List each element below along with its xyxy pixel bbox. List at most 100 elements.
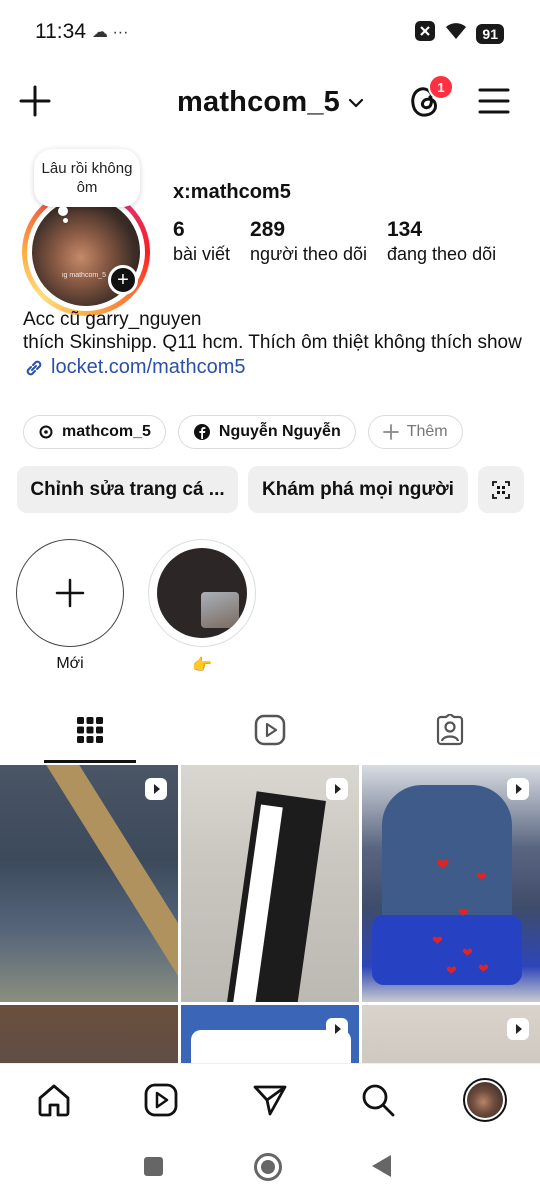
stat-label: đang theo dõi	[386, 244, 497, 264]
profile-links-row: mathcom_5 Nguyễn Nguyễn Thêm	[23, 415, 463, 449]
stat-posts[interactable]: 6 bài viết	[173, 218, 230, 265]
notification-badge: 1	[428, 74, 454, 100]
tab-posts-grid[interactable]	[45, 710, 135, 750]
bio-line: thích Skinshipp. Q11 hcm. Thích ôm thiệt…	[23, 332, 522, 353]
status-extra-icons: ☁ ···	[92, 24, 129, 41]
heart-sticker-icon: ❤	[462, 945, 473, 960]
qr-code-button[interactable]	[478, 466, 524, 513]
heart-sticker-icon: ❤	[476, 869, 487, 884]
search-icon	[362, 1084, 395, 1117]
home-button-icon[interactable]	[254, 1153, 282, 1181]
grid-icon	[77, 717, 103, 743]
tab-reels[interactable]	[225, 710, 315, 750]
nav-search[interactable]	[358, 1082, 398, 1118]
reels-icon	[254, 714, 286, 746]
battery-indicator: 91	[476, 23, 504, 44]
plus-icon: +	[117, 269, 129, 291]
post-thumbnail[interactable]	[0, 765, 178, 1002]
post-thumbnail[interactable]	[181, 1005, 359, 1065]
send-icon	[253, 1085, 287, 1116]
threads-icon	[39, 425, 53, 439]
bottom-navigation	[0, 1063, 540, 1133]
wifi-icon	[444, 21, 468, 46]
tagged-person-icon	[436, 714, 464, 746]
profile-avatar[interactable]: ig mathcom_5	[22, 188, 150, 316]
heart-sticker-icon: ❤	[436, 857, 450, 874]
post-thumbnail[interactable]	[362, 1005, 540, 1065]
highlight-label: Mới	[56, 655, 84, 672]
stat-followers[interactable]: 289 người theo dõi	[250, 218, 367, 265]
highlight-new[interactable]: Mới	[15, 539, 125, 673]
add-story-button[interactable]: +	[108, 265, 138, 295]
note-tail	[63, 218, 68, 223]
nav-direct-messages[interactable]	[250, 1082, 290, 1118]
reel-indicator-icon	[144, 777, 168, 806]
bio-line: Acc cũ garry_nguyen	[23, 309, 202, 330]
posts-grid: ❤ ❤ ❤ ❤ ❤ ❤ ❤	[0, 765, 540, 1065]
home-icon	[38, 1084, 70, 1117]
qr-scan-icon	[492, 480, 510, 499]
account-switcher[interactable]: mathcom_5	[177, 86, 364, 119]
display-name: x:mathcom5	[173, 181, 291, 203]
hamburger-menu-icon	[478, 88, 510, 114]
plus-icon	[19, 85, 51, 117]
reels-icon	[144, 1083, 178, 1117]
back-icon[interactable]	[372, 1155, 391, 1177]
nav-profile[interactable]	[463, 1078, 507, 1122]
reel-indicator-icon	[325, 1017, 349, 1046]
profile-header: mathcom_5 1	[0, 62, 540, 142]
highlight-cover-ring	[148, 539, 256, 647]
nav-reels[interactable]	[141, 1082, 181, 1118]
story-highlight[interactable]: 👉	[148, 539, 256, 675]
status-bar: 11:34 ☁ ··· 91	[0, 0, 540, 62]
discover-people-button[interactable]: Khám phá mọi người	[248, 466, 468, 513]
edit-profile-button[interactable]: Chỉnh sửa trang cá ...	[17, 466, 238, 513]
tab-tagged[interactable]	[405, 710, 495, 750]
chip-label: Thêm	[406, 423, 448, 440]
note-tail	[58, 206, 68, 216]
post-thumbnail[interactable]	[0, 1005, 178, 1065]
highlight-cover	[157, 548, 247, 638]
heart-sticker-icon: ❤	[446, 963, 457, 978]
heart-sticker-icon: ❤	[458, 905, 469, 920]
nav-home[interactable]	[34, 1082, 74, 1118]
recent-apps-icon[interactable]	[144, 1157, 163, 1176]
profile-note[interactable]: Lâu rồi không ôm	[34, 149, 140, 207]
link-icon	[26, 360, 42, 375]
create-button[interactable]	[18, 84, 52, 123]
reel-indicator-icon	[506, 1017, 530, 1046]
chevron-down-icon	[348, 98, 364, 108]
chip-label: mathcom_5	[62, 423, 151, 440]
stat-following[interactable]: 134 đang theo dõi	[387, 218, 496, 265]
plus-icon	[55, 578, 85, 608]
bio-link[interactable]: locket.com/mathcom5	[23, 356, 523, 379]
profile-stats: 6 bài viết 289 người theo dõi 134 đang t…	[173, 218, 496, 265]
system-navigation-bar	[0, 1133, 540, 1200]
post-thumbnail[interactable]	[181, 765, 359, 1002]
bio-link-text: locket.com/mathcom5	[51, 356, 246, 378]
status-right-icons: 91	[414, 20, 504, 47]
active-tab-indicator	[44, 760, 136, 763]
reel-indicator-icon	[506, 777, 530, 806]
plus-icon	[382, 424, 399, 440]
profile-bio: Acc cũ garry_nguyen thích Skinshipp. Q11…	[23, 308, 523, 379]
facebook-icon	[193, 424, 210, 440]
menu-button[interactable]	[478, 86, 510, 121]
stat-value: 6	[173, 218, 185, 241]
more-links-chip[interactable]: Thêm	[367, 415, 463, 449]
post-thumbnail[interactable]: ❤ ❤ ❤ ❤ ❤ ❤ ❤	[362, 765, 540, 1002]
new-highlight-button[interactable]	[16, 539, 124, 647]
status-time: 11:34	[35, 20, 86, 43]
heart-sticker-icon: ❤	[432, 933, 443, 948]
stat-value: 289	[250, 218, 286, 241]
highlight-label: 👉	[192, 657, 212, 674]
stat-value: 134	[386, 218, 423, 241]
avatar	[467, 1082, 503, 1118]
chip-label: Nguyễn Nguyễn	[218, 423, 341, 440]
facebook-profile-chip[interactable]: Nguyễn Nguyễn	[177, 415, 356, 449]
profile-actions: Chỉnh sửa trang cá ... Khám phá mọi ngườ…	[17, 466, 524, 513]
reel-indicator-icon	[325, 777, 349, 806]
stat-label: bài viết	[173, 244, 231, 264]
profile-content-tabs	[0, 700, 540, 764]
threads-profile-chip[interactable]: mathcom_5	[23, 415, 166, 449]
